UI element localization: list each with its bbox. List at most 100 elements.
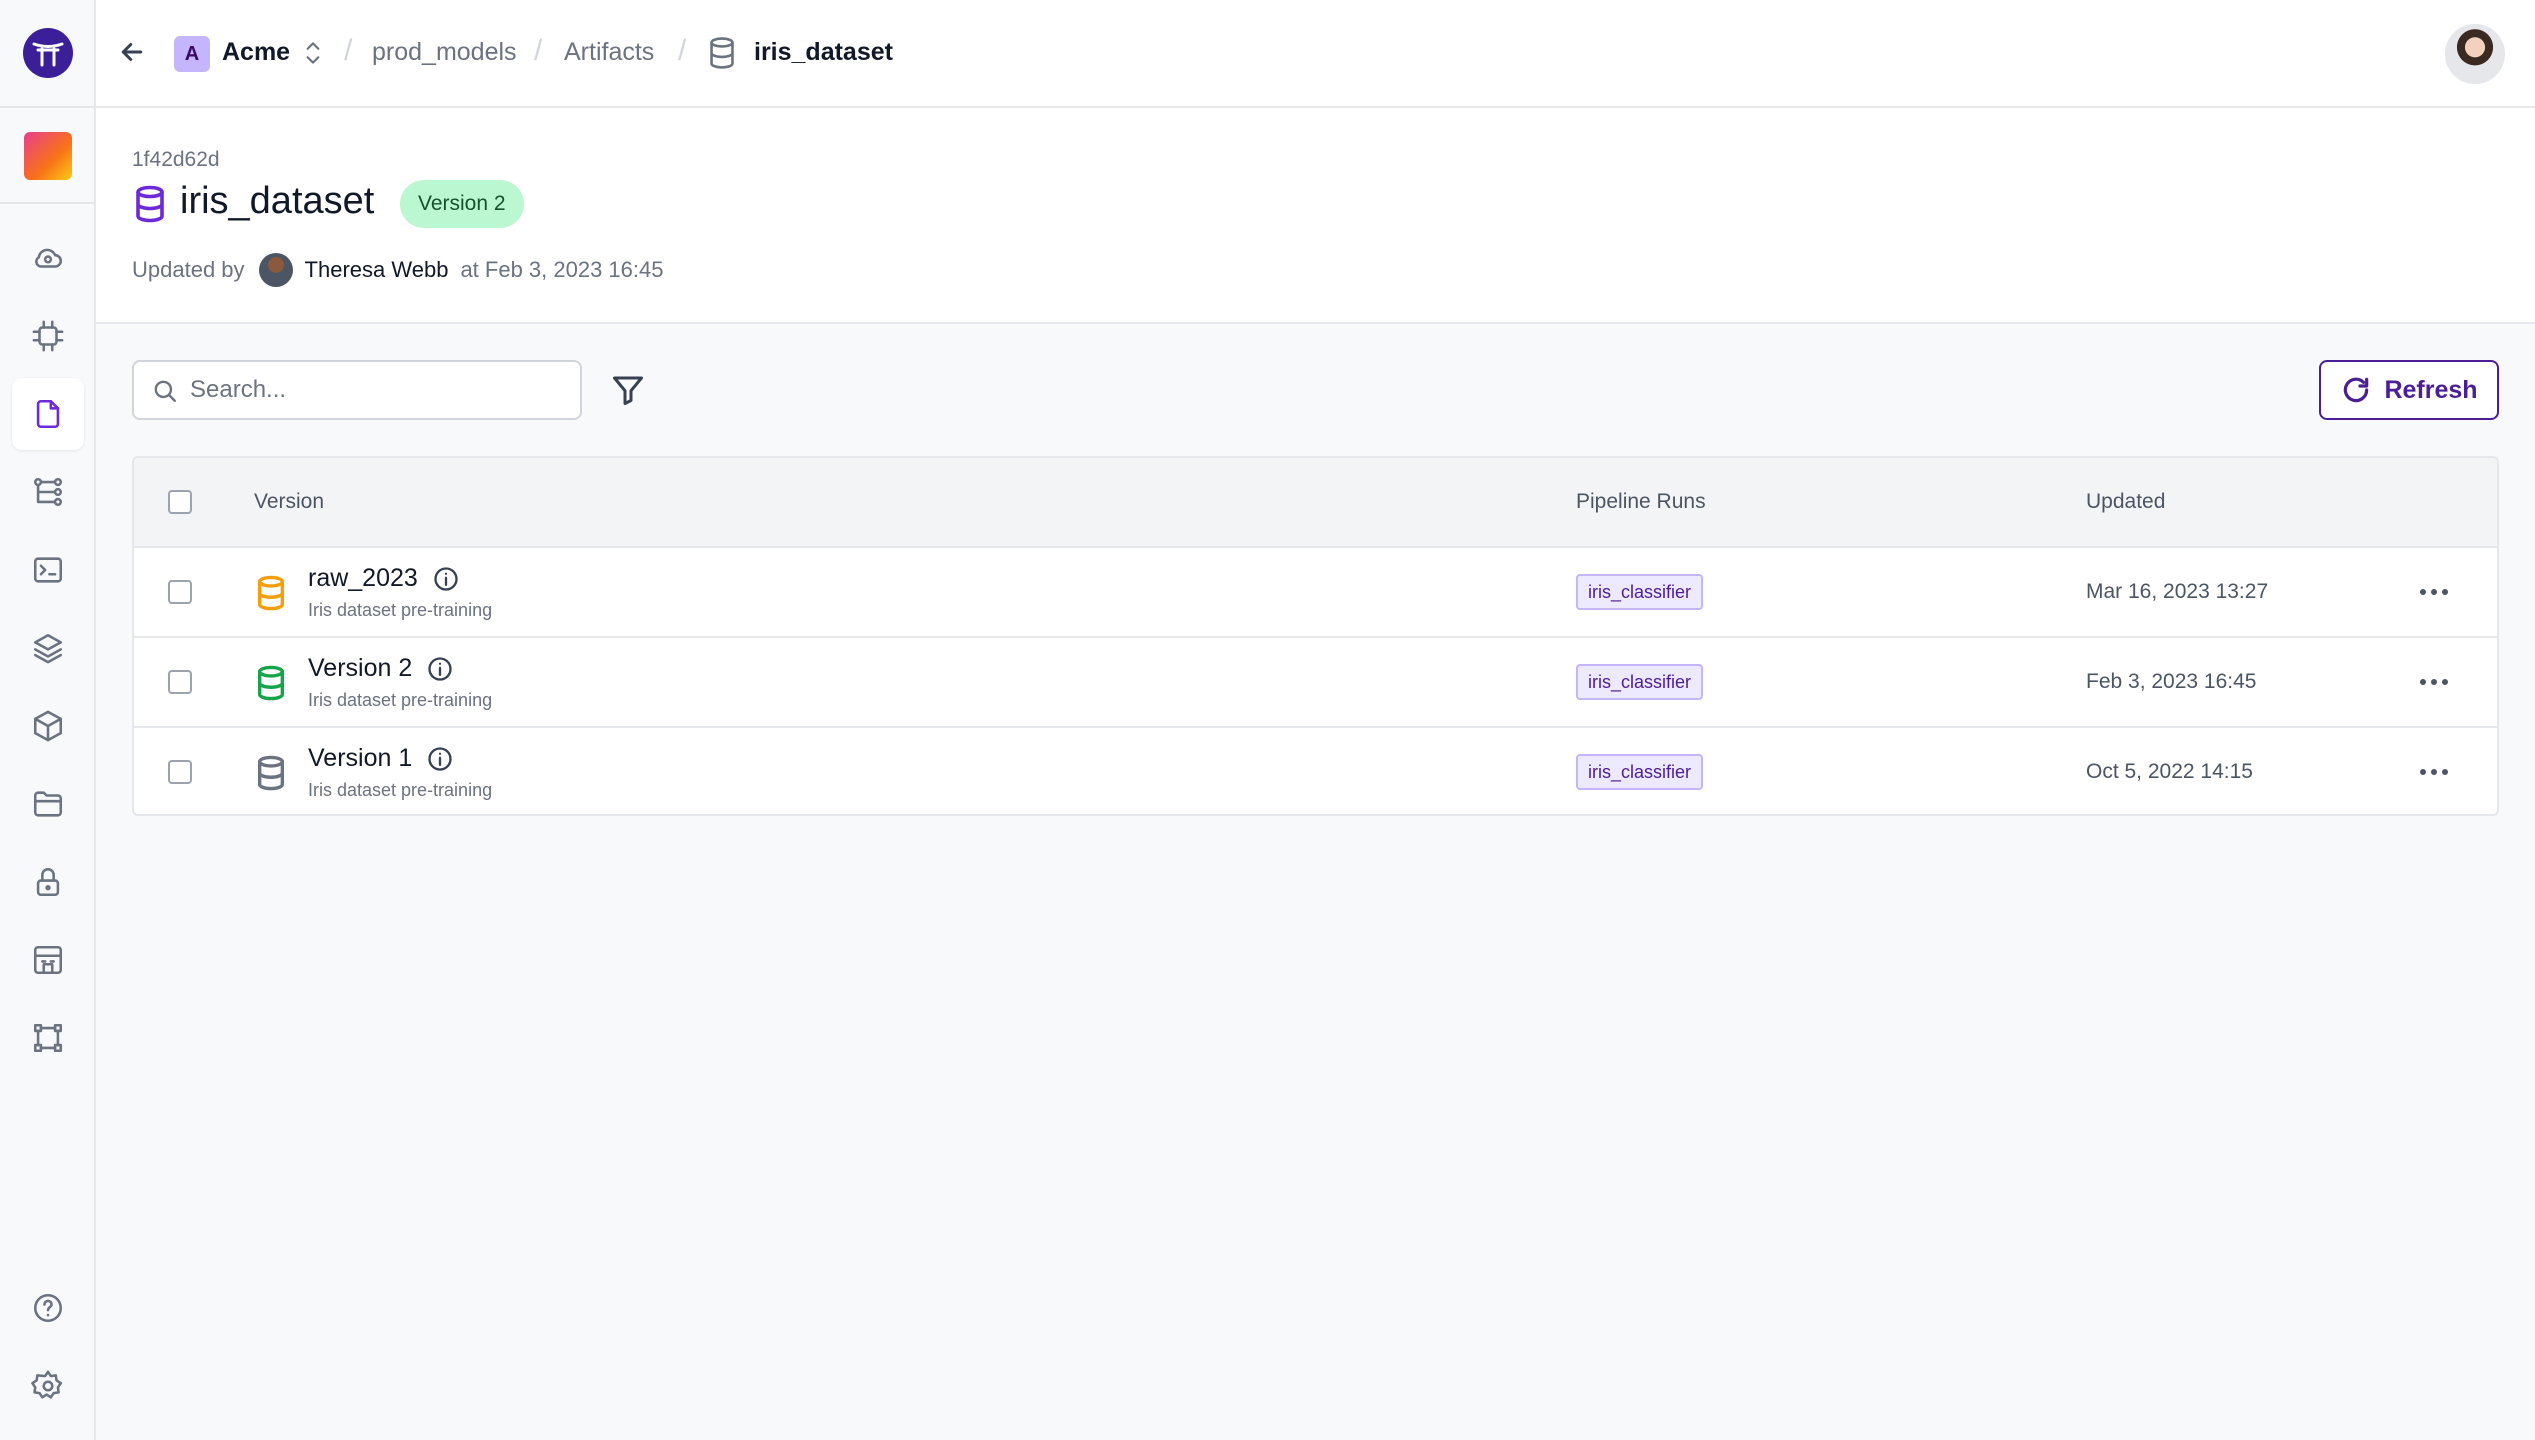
table-row[interactable]: Version 2 Iris dataset pre-training iris…: [134, 638, 2497, 728]
updater-name[interactable]: Theresa Webb: [305, 257, 449, 283]
refresh-label: Refresh: [2384, 375, 2478, 404]
sidebar: [0, 0, 96, 1440]
version-description: Iris dataset pre-training: [308, 690, 493, 710]
row-checkbox[interactable]: [168, 670, 192, 694]
breadcrumb-artifacts[interactable]: Artifacts: [564, 38, 654, 67]
version-description: Iris dataset pre-training: [308, 600, 493, 620]
box-icon: [33, 710, 63, 742]
more-actions-button[interactable]: [2414, 576, 2454, 608]
refresh-icon: [2344, 377, 2369, 403]
row-checkbox[interactable]: [168, 580, 192, 604]
pipeline-run-tag[interactable]: iris_classifier: [1576, 754, 1704, 790]
chip-icon: [32, 320, 64, 352]
sidebar-item-settings[interactable]: [12, 1350, 84, 1422]
breadcrumb-project[interactable]: prod_models: [372, 38, 517, 67]
updated-info: Updated by Theresa Webb at Feb 3, 2023 1…: [132, 252, 664, 288]
search-box[interactable]: [132, 360, 582, 420]
search-input[interactable]: [190, 370, 570, 410]
building-icon: [33, 945, 63, 975]
version-name[interactable]: raw_2023: [308, 564, 460, 593]
chevron-up-down-icon: [306, 42, 320, 64]
database-icon: [132, 184, 172, 228]
terminal-icon: [33, 557, 63, 583]
page-title: iris_dataset: [180, 180, 375, 222]
version-description: Iris dataset pre-training: [308, 780, 493, 800]
pipeline-icon: [33, 477, 63, 507]
column-header-updated[interactable]: Updated: [2086, 490, 2165, 514]
zenml-logo-icon[interactable]: [23, 28, 73, 78]
updated-date: Mar 16, 2023 13:27: [2086, 580, 2269, 603]
updated-by-label: Updated by: [132, 257, 245, 282]
select-all-checkbox[interactable]: [168, 490, 192, 514]
sidebar-item-integrations[interactable]: [12, 1002, 84, 1074]
column-header-pipeline-runs[interactable]: Pipeline Runs: [1576, 490, 1706, 514]
org-name[interactable]: Acme: [222, 38, 290, 67]
filter-icon: [613, 376, 643, 405]
updated-date: Oct 5, 2022 14:15: [2086, 760, 2253, 783]
org-avatar[interactable]: A: [174, 36, 210, 72]
version-name[interactable]: Version 2: [308, 654, 454, 683]
search-icon: [154, 380, 176, 402]
sidebar-item-pipelines[interactable]: [12, 456, 84, 528]
help-icon: [33, 1293, 63, 1323]
app-root: A Acme / prod_models / Artifacts / iris_…: [0, 0, 2535, 1440]
version-name-text[interactable]: Version 1: [308, 744, 412, 773]
sidebar-item-repositories[interactable]: [12, 768, 84, 840]
versions-table: Version Pipeline Runs Updated raw_2023 I…: [132, 456, 2499, 816]
info-icon[interactable]: [426, 745, 454, 773]
layers-icon: [33, 633, 63, 664]
breadcrumb-separator: /: [678, 34, 687, 67]
updated-timestamp: at Feb 3, 2023 16:45: [460, 257, 664, 282]
user-avatar[interactable]: [2445, 24, 2505, 84]
database-icon: [706, 36, 740, 72]
updater-avatar: [258, 253, 293, 287]
sidebar-item-runs[interactable]: [12, 534, 84, 606]
cloud-icon: [35, 248, 62, 268]
table-header: Version Pipeline Runs Updated: [134, 458, 2497, 548]
row-checkbox[interactable]: [168, 760, 192, 784]
sidebar-item-help[interactable]: [12, 1272, 84, 1344]
file-icon: [36, 399, 60, 429]
project-avatar[interactable]: [24, 132, 72, 180]
table-row[interactable]: Version 1 Iris dataset pre-training iris…: [134, 728, 2497, 814]
pipeline-run-tag[interactable]: iris_classifier: [1576, 664, 1704, 700]
breadcrumb-separator: /: [344, 34, 353, 67]
database-icon: [254, 754, 290, 794]
artifact-id: 1f42d62d: [132, 148, 220, 171]
version-name[interactable]: Version 1: [308, 744, 454, 773]
breadcrumb-separator: /: [534, 34, 543, 67]
artifact-header: 1f42d62d iris_dataset Version 2 Updated …: [96, 108, 2535, 324]
stack-icon: [33, 1023, 63, 1053]
version-badge: Version 2: [400, 180, 524, 228]
database-icon: [254, 664, 290, 704]
sidebar-item-models[interactable]: [12, 300, 84, 372]
refresh-button[interactable]: Refresh: [2319, 360, 2499, 420]
sidebar-divider: [0, 106, 96, 108]
version-name-text[interactable]: Version 2: [308, 654, 412, 683]
org-switcher-button[interactable]: [300, 38, 326, 68]
sidebar-divider: [0, 202, 96, 204]
sidebar-item-secrets[interactable]: [12, 846, 84, 918]
sidebar-item-organization[interactable]: [12, 924, 84, 996]
sidebar-item-stacks[interactable]: [12, 612, 84, 684]
filter-button[interactable]: [610, 372, 650, 412]
database-icon: [254, 574, 290, 614]
updated-date: Feb 3, 2023 16:45: [2086, 670, 2257, 693]
folder-icon: [33, 791, 63, 817]
pipeline-run-tag[interactable]: iris_classifier: [1576, 574, 1704, 610]
sidebar-item-overview[interactable]: [12, 222, 84, 294]
topbar: A Acme / prod_models / Artifacts / iris_…: [96, 0, 2535, 108]
settings-icon: [31, 1370, 63, 1399]
more-actions-button[interactable]: [2414, 666, 2454, 698]
info-icon[interactable]: [432, 565, 460, 593]
more-actions-button[interactable]: [2414, 756, 2454, 788]
back-button[interactable]: [114, 34, 150, 70]
table-row[interactable]: raw_2023 Iris dataset pre-training iris_…: [134, 548, 2497, 638]
info-icon[interactable]: [426, 655, 454, 683]
sidebar-item-components[interactable]: [12, 690, 84, 762]
sidebar-item-artifacts[interactable]: [12, 378, 84, 450]
arrow-left-icon: [121, 43, 143, 61]
column-header-version[interactable]: Version: [254, 490, 324, 514]
lock-icon: [36, 868, 60, 897]
version-name-text[interactable]: raw_2023: [308, 564, 418, 593]
